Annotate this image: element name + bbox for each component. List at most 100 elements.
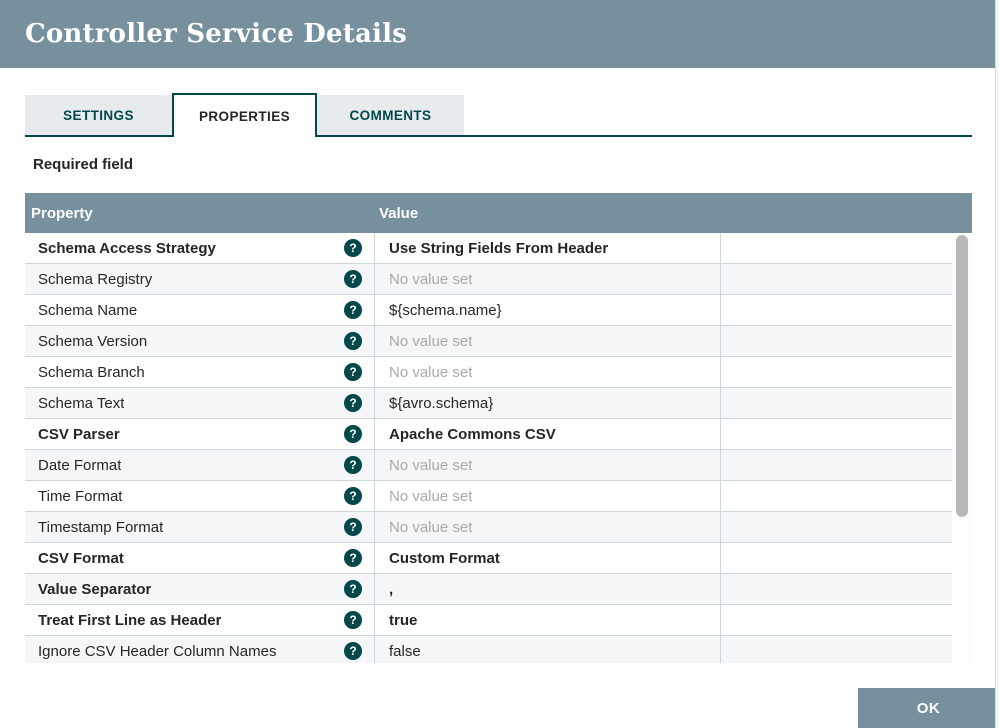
help-icon[interactable]: ? <box>344 642 362 660</box>
row-filler <box>721 574 952 604</box>
value-cell[interactable]: false <box>374 636 721 663</box>
table-scrollbar-thumb[interactable] <box>956 235 968 517</box>
property-cell: Schema Text ? <box>25 388 374 418</box>
help-icon[interactable]: ? <box>344 363 362 381</box>
value-cell[interactable]: No value set <box>374 357 721 387</box>
property-name: Schema Text <box>38 394 125 412</box>
tab-settings[interactable]: SETTINGS <box>25 95 172 135</box>
property-value: No value set <box>389 456 473 474</box>
value-cell[interactable]: true <box>374 605 721 635</box>
property-value: , <box>389 580 394 598</box>
property-value: No value set <box>389 270 473 288</box>
table-row[interactable]: Schema Access Strategy ? Use String Fiel… <box>25 233 952 264</box>
column-header-value: Value <box>379 204 419 222</box>
ok-button[interactable]: OK <box>858 688 999 728</box>
table-row[interactable]: Treat First Line as Header ? true <box>25 605 952 636</box>
table-row[interactable]: CSV Format ? Custom Format <box>25 543 952 574</box>
value-cell[interactable]: ${avro.schema} <box>374 388 721 418</box>
value-cell[interactable]: No value set <box>374 264 721 294</box>
table-scrollbar-track[interactable] <box>952 233 972 663</box>
property-cell: Timestamp Format ? <box>25 512 374 542</box>
table-row[interactable]: Ignore CSV Header Column Names ? false <box>25 636 952 663</box>
value-cell[interactable]: No value set <box>374 326 721 356</box>
properties-table: Property Value Schema Access Strategy ? … <box>25 193 972 663</box>
property-value: Use String Fields From Header <box>389 239 609 257</box>
table-row[interactable]: Timestamp Format ? No value set <box>25 512 952 543</box>
row-filler <box>721 388 952 418</box>
property-name: Schema Name <box>38 301 138 319</box>
table-row[interactable]: Schema Text ? ${avro.schema} <box>25 388 952 419</box>
table-row[interactable]: Schema Version ? No value set <box>25 326 952 357</box>
help-icon[interactable]: ? <box>344 549 362 567</box>
property-name: Treat First Line as Header <box>38 611 222 629</box>
properties-table-viewport: Schema Access Strategy ? Use String Fiel… <box>25 233 972 663</box>
value-cell[interactable]: ${schema.name} <box>374 295 721 325</box>
column-header-property: Property <box>31 204 93 222</box>
table-row[interactable]: Date Format ? No value set <box>25 450 952 481</box>
value-cell[interactable]: Custom Format <box>374 543 721 573</box>
property-name: Schema Registry <box>38 270 153 288</box>
value-cell[interactable]: No value set <box>374 450 721 480</box>
property-value: ${avro.schema} <box>389 394 494 412</box>
help-icon[interactable]: ? <box>344 580 362 598</box>
property-name: Timestamp Format <box>38 518 164 536</box>
help-icon[interactable]: ? <box>344 425 362 443</box>
tab-properties-label: PROPERTIES <box>198 108 291 124</box>
property-value: No value set <box>389 363 473 381</box>
row-filler <box>721 295 952 325</box>
help-icon[interactable]: ? <box>344 301 362 319</box>
property-value: No value set <box>389 332 473 350</box>
value-cell[interactable]: Apache Commons CSV <box>374 419 721 449</box>
help-icon[interactable]: ? <box>344 518 362 536</box>
help-icon[interactable]: ? <box>344 456 362 474</box>
properties-rows: Schema Access Strategy ? Use String Fiel… <box>25 233 952 663</box>
help-icon[interactable]: ? <box>344 239 362 257</box>
row-filler <box>721 326 952 356</box>
value-cell[interactable]: No value set <box>374 481 721 511</box>
property-value: Apache Commons CSV <box>389 425 556 443</box>
tab-bar: SETTINGS PROPERTIES COMMENTS <box>25 93 972 137</box>
property-value: No value set <box>389 518 473 536</box>
property-name: Date Format <box>38 456 122 474</box>
row-filler <box>721 450 952 480</box>
table-row[interactable]: Time Format ? No value set <box>25 481 952 512</box>
row-filler <box>721 357 952 387</box>
property-value: true <box>389 611 418 629</box>
property-value: ${schema.name} <box>389 301 502 319</box>
property-name: Schema Branch <box>38 363 145 381</box>
help-icon[interactable]: ? <box>344 394 362 412</box>
help-icon[interactable]: ? <box>344 611 362 629</box>
property-cell: Time Format ? <box>25 481 374 511</box>
property-name: Value Separator <box>38 580 152 598</box>
table-row[interactable]: Schema Registry ? No value set <box>25 264 952 295</box>
table-row[interactable]: Schema Name ? ${schema.name} <box>25 295 952 326</box>
tab-settings-label: SETTINGS <box>63 107 134 123</box>
property-cell: CSV Parser ? <box>25 419 374 449</box>
property-value: Custom Format <box>389 549 500 567</box>
required-field-label: Required field <box>33 156 134 173</box>
table-row[interactable]: Schema Branch ? No value set <box>25 357 952 388</box>
value-cell[interactable]: , <box>374 574 721 604</box>
property-cell: Schema Registry ? <box>25 264 374 294</box>
property-cell: Schema Access Strategy ? <box>25 233 374 263</box>
value-cell[interactable]: Use String Fields From Header <box>374 233 721 263</box>
row-filler <box>721 636 952 663</box>
row-filler <box>721 605 952 635</box>
property-cell: Schema Version ? <box>25 326 374 356</box>
tab-comments-label: COMMENTS <box>349 107 432 123</box>
help-icon[interactable]: ? <box>344 487 362 505</box>
table-row[interactable]: Value Separator ? , <box>25 574 952 605</box>
table-row[interactable]: CSV Parser ? Apache Commons CSV <box>25 419 952 450</box>
help-icon[interactable]: ? <box>344 332 362 350</box>
dialog-title: Controller Service Details <box>25 19 407 49</box>
property-name: Time Format <box>38 487 123 505</box>
row-filler <box>721 512 952 542</box>
help-icon[interactable]: ? <box>344 270 362 288</box>
property-value: false <box>389 642 421 660</box>
properties-table-header: Property Value <box>25 193 972 233</box>
row-filler <box>721 543 952 573</box>
property-cell: Treat First Line as Header ? <box>25 605 374 635</box>
tab-comments[interactable]: COMMENTS <box>317 95 464 135</box>
value-cell[interactable]: No value set <box>374 512 721 542</box>
tab-properties[interactable]: PROPERTIES <box>172 93 317 137</box>
